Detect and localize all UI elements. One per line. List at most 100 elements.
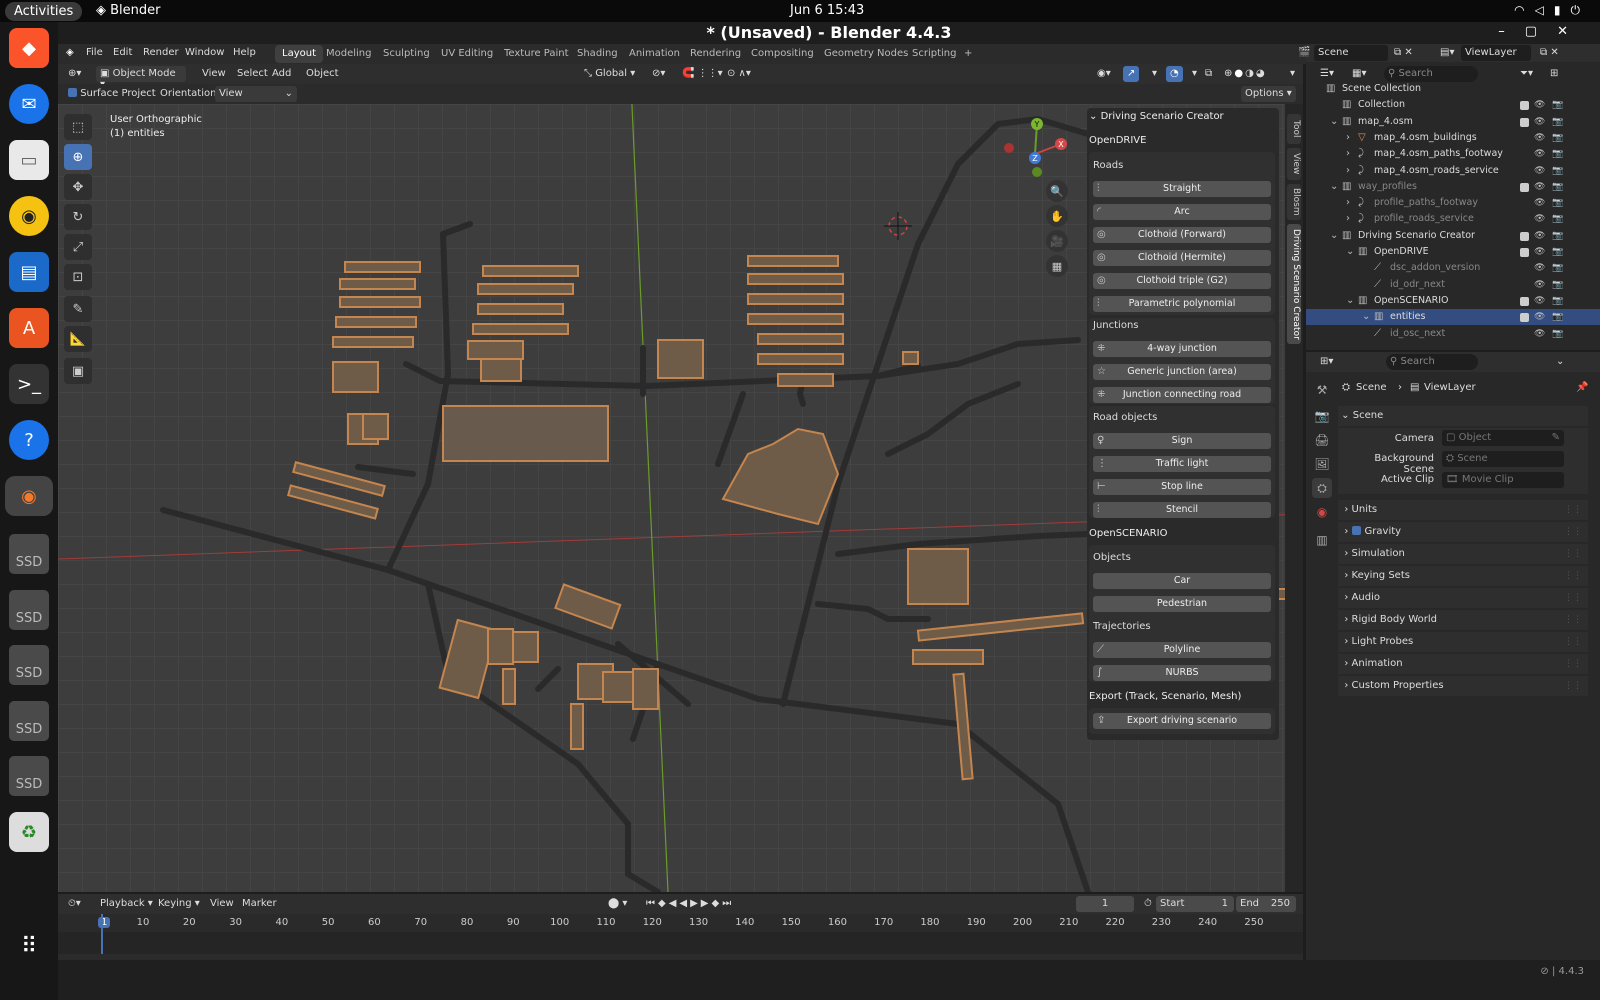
activities-button[interactable]: Activities (5, 2, 83, 21)
render-camera-icon[interactable]: 📷 (1552, 163, 1563, 179)
thunderbird-icon[interactable]: ✉ (9, 84, 49, 124)
render-camera-icon[interactable]: 📷 (1552, 114, 1563, 130)
3d-viewport[interactable]: User Orthographic (1) entities ⬚ ⊕ ✥ ↻ ⤢… (58, 104, 1303, 892)
visibility-eye-icon[interactable]: 👁 (1534, 260, 1545, 276)
menu-help[interactable]: Help (233, 47, 256, 58)
menu-view[interactable]: View (198, 66, 230, 82)
transform-orientation-select[interactable]: ⤡ Global ▾ (580, 66, 639, 82)
app-menu[interactable]: ◈ Blender (96, 3, 161, 18)
render-camera-icon[interactable]: 📷 (1552, 293, 1563, 309)
brave-icon[interactable]: ◆ (9, 28, 49, 68)
render-camera-icon[interactable]: 📷 (1552, 244, 1563, 260)
render-camera-icon[interactable]: 📷 (1552, 195, 1563, 211)
tab-tool[interactable]: Tool (1287, 114, 1301, 144)
visibility-eye-icon[interactable]: 👁 (1534, 293, 1545, 309)
jump-end-icon[interactable]: ⏭ (722, 898, 734, 909)
view-layer-properties-icon[interactable]: 🖼 (1312, 454, 1332, 474)
editor-type-icon[interactable]: ⊞▾ (1316, 354, 1337, 370)
clothoid-hermite-button[interactable]: ◎ Clothoid (Hermite) (1093, 250, 1271, 266)
drag-handle-icon[interactable]: ⋮⋮ (1564, 544, 1582, 564)
end-frame-field[interactable]: End 250 (1236, 896, 1296, 912)
expand-chevron-icon[interactable]: ⌄ (1330, 114, 1338, 130)
viewlayer-icon[interactable]: ▤▾ (1436, 45, 1458, 61)
drag-handle-icon[interactable]: ⋮⋮ (1564, 500, 1582, 520)
ssd-drive-icon[interactable]: SSD (9, 701, 49, 741)
stencil-button[interactable]: ⫶ Stencil (1093, 502, 1271, 518)
overlays-dropdown-icon[interactable]: ▾ (1188, 66, 1201, 82)
shading-modes[interactable]: ⊕●◑◕ (1220, 66, 1271, 82)
exclude-checkbox[interactable] (1520, 296, 1529, 306)
select-box-icon[interactable]: ⬚ (64, 114, 92, 140)
arc-button[interactable]: ◜ Arc (1093, 204, 1271, 220)
exclude-checkbox[interactable] (1520, 101, 1529, 111)
outliner-row[interactable]: ⌄ ▥ OpenDRIVE 👁 📷 (1306, 244, 1600, 260)
terminal-icon[interactable]: >_ (9, 364, 49, 404)
tab-shading[interactable]: Shading (570, 45, 625, 63)
drag-handle-icon[interactable]: ⋮⋮ (1564, 610, 1582, 630)
orientation-select[interactable]: View ⌄ (215, 86, 297, 102)
tool-properties-icon[interactable]: ⚒ (1312, 380, 1332, 400)
visibility-icon[interactable]: ◉▾ (1093, 66, 1115, 82)
options-button[interactable]: Options ▾ (1241, 86, 1296, 102)
render-camera-icon[interactable]: 📷 (1552, 130, 1563, 146)
tab-view[interactable]: View (1287, 148, 1301, 180)
visibility-eye-icon[interactable]: 👁 (1534, 179, 1545, 195)
expand-chevron-icon[interactable]: ⌄ (1346, 293, 1354, 309)
drag-handle-icon[interactable]: ⋮⋮ (1564, 654, 1582, 674)
gizmo-dropdown-icon[interactable]: ▾ (1148, 66, 1161, 82)
tab-uv-editing[interactable]: UV Editing (434, 45, 500, 63)
clothoid-triple-button[interactable]: ◎ Clothoid triple (G2) (1093, 273, 1271, 289)
trash-icon[interactable]: ♻ (9, 812, 49, 852)
panel-animation[interactable]: › Animation ⋮⋮ (1338, 654, 1588, 674)
tab-scripting[interactable]: Scripting (905, 45, 963, 63)
maximize-icon[interactable]: ▢ (1525, 24, 1557, 39)
drag-handle-icon[interactable]: ⋮⋮ (1564, 522, 1582, 542)
visibility-eye-icon[interactable]: 👁 (1534, 277, 1545, 293)
menu-window[interactable]: Window (185, 47, 224, 58)
play-reverse-icon[interactable]: ◀ (679, 898, 690, 909)
eyedropper-icon[interactable]: ✎ (1552, 432, 1560, 443)
outliner-row[interactable]: › ⤸ profile_paths_footway 👁 📷 (1306, 195, 1600, 211)
shading-dropdown-icon[interactable]: ▾ (1286, 66, 1299, 82)
viewlayer-select[interactable]: ViewLayer (1461, 45, 1531, 61)
help-icon[interactable]: ? (9, 420, 49, 460)
render-camera-icon[interactable]: 📷 (1552, 211, 1563, 227)
expand-chevron-icon[interactable]: › (1346, 163, 1350, 179)
prev-keyframe-icon[interactable]: ◆◀ (658, 898, 679, 909)
visibility-eye-icon[interactable]: 👁 (1534, 244, 1545, 260)
timeline-ruler[interactable]: 1 10 20 30 40 50 60 70 80 90 100 110 120 130 140 150 160… (58, 914, 1303, 932)
render-camera-icon[interactable]: 📷 (1552, 146, 1563, 162)
ssd-drive-icon[interactable]: SSD (9, 645, 49, 685)
expand-chevron-icon[interactable]: › (1346, 146, 1350, 162)
visibility-eye-icon[interactable]: 👁 (1534, 326, 1545, 342)
properties-options-icon[interactable]: ⌄ (1552, 354, 1568, 370)
new-collection-icon[interactable]: ⊞ (1546, 66, 1562, 82)
outliner-row[interactable]: ⌄ ▥ map_4.osm 👁 📷 (1306, 114, 1600, 130)
parametric-polynomial-button[interactable]: ⫶ Parametric polynomial (1093, 296, 1271, 312)
pin-icon[interactable]: 📌 (1572, 380, 1592, 396)
preview-range-icon[interactable]: ⏱ (1140, 896, 1156, 912)
nurbs-button[interactable]: ∫ NURBS (1093, 665, 1271, 681)
rotate-icon[interactable]: ↻ (64, 204, 92, 230)
traffic-light-button[interactable]: ⋮ Traffic light (1093, 456, 1271, 472)
visibility-eye-icon[interactable]: 👁 (1534, 163, 1545, 179)
outliner-row[interactable]: ⟋ id_osc_next 👁 📷 (1306, 326, 1600, 342)
outliner-row[interactable]: › ⤸ profile_roads_service 👁 📷 (1306, 211, 1600, 227)
panel-gravity[interactable]: › Gravity ⋮⋮ (1338, 522, 1588, 542)
outliner-row[interactable]: › ⤸ map_4.osm_roads_service 👁 📷 (1306, 163, 1600, 179)
playhead[interactable] (101, 914, 103, 954)
tab-sculpting[interactable]: Sculpting (376, 45, 437, 63)
timeline-track[interactable] (58, 914, 1303, 954)
panel-light-probes[interactable]: › Light Probes ⋮⋮ (1338, 632, 1588, 652)
outliner-search[interactable]: ⚲ Search (1384, 66, 1478, 82)
xray-icon[interactable]: ⧉ (1201, 66, 1216, 82)
visibility-eye-icon[interactable]: 👁 (1534, 211, 1545, 227)
expand-chevron-icon[interactable]: ⌄ (1362, 309, 1370, 325)
render-camera-icon[interactable]: 📷 (1552, 309, 1563, 325)
expand-chevron-icon[interactable]: ⌄ (1330, 179, 1338, 195)
wireframe-icon[interactable]: ⊕ (1224, 68, 1234, 79)
tab-driving-scenario-creator[interactable]: Driving Scenario Creator (1287, 224, 1301, 344)
visibility-eye-icon[interactable]: 👁 (1534, 228, 1545, 244)
add-workspace-button[interactable]: + (957, 45, 979, 63)
solid-icon[interactable]: ● (1234, 68, 1245, 79)
